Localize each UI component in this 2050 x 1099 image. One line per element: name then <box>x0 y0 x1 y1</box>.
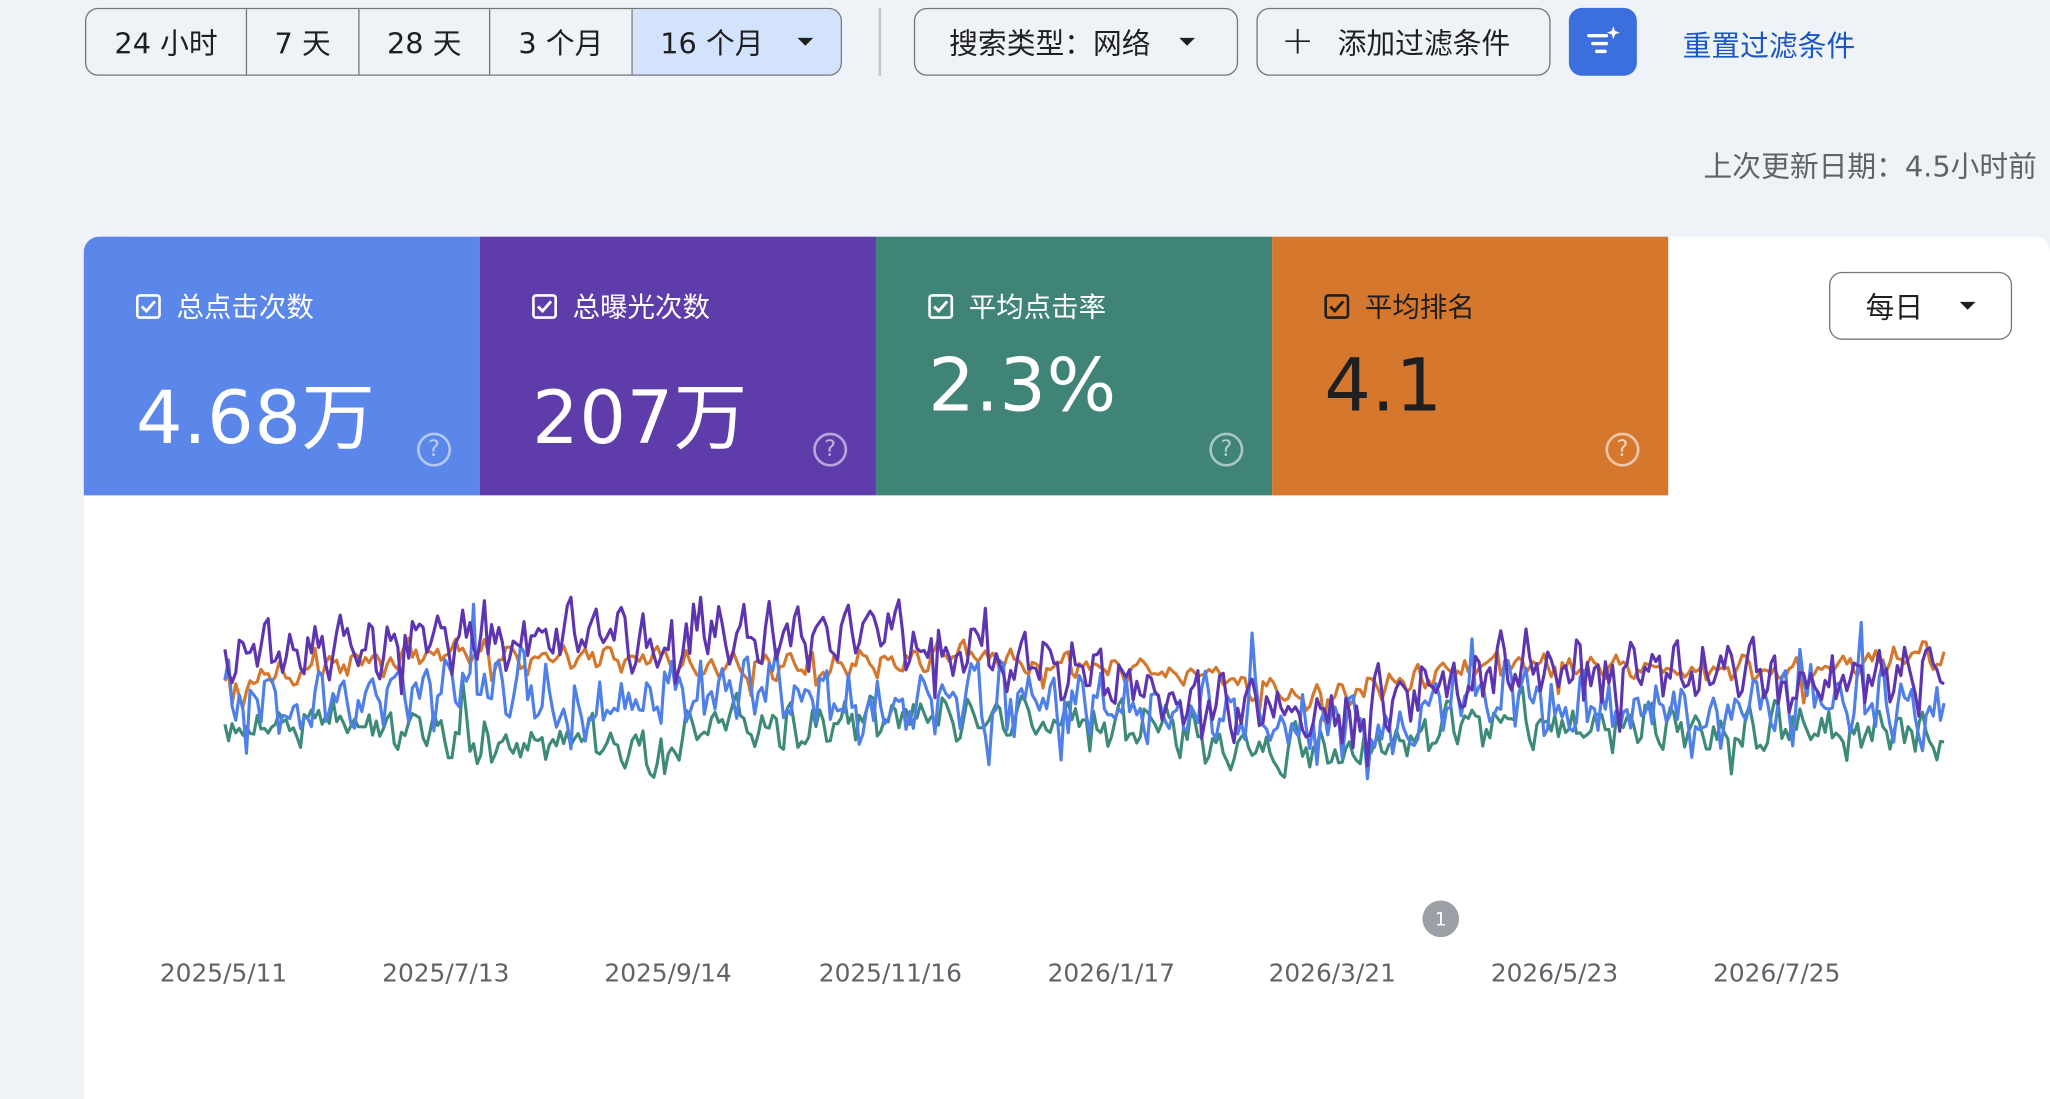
checkbox-icon[interactable] <box>1324 293 1350 319</box>
x-tick-label: 2026/5/23 <box>1491 959 1618 988</box>
annotation-label: 1 <box>1435 909 1447 930</box>
add-filter-label: 添加过滤条件 <box>1337 28 1511 62</box>
range-3-months[interactable]: 3 个月 <box>490 9 633 75</box>
metric-total-clicks[interactable]: 总点击次数 4.68万 ? <box>83 236 480 496</box>
metric-label: 总点击次数 <box>176 291 314 323</box>
metric-total-impressions[interactable]: 总曝光次数 207万 ? <box>479 236 876 496</box>
date-range-segmented-control: 24 小时 7 天 28 天 3 个月 16 个月 <box>84 7 842 76</box>
metric-value: 4.1 <box>1324 343 1443 429</box>
range-24-hours[interactable]: 24 小时 <box>86 9 248 75</box>
x-tick-label: 2025/7/13 <box>382 959 509 988</box>
smart-filter-button[interactable] <box>1568 7 1637 76</box>
help-icon[interactable]: ? <box>417 432 452 467</box>
granularity-dropdown[interactable]: 每日 <box>1829 271 2013 340</box>
metric-label-row: 平均点击率 <box>928 286 1272 325</box>
checkbox-icon[interactable] <box>928 293 954 319</box>
sparkle-filter-icon <box>1587 26 1620 54</box>
help-icon[interactable]: ? <box>813 432 848 467</box>
metric-average-position[interactable]: 平均排名 4.1 ? <box>1272 236 1669 496</box>
x-tick-label: 2026/1/17 <box>1048 959 1175 988</box>
last-updated-text: 上次更新日期：4.5小时前 <box>1703 151 2037 185</box>
toolbar-divider <box>878 7 882 76</box>
metric-label: 平均排名 <box>1364 291 1475 323</box>
x-tick-label: 2025/9/14 <box>604 959 731 988</box>
granularity-label: 每日 <box>1865 292 1924 326</box>
chevron-down-icon <box>797 37 814 46</box>
add-filter-button[interactable]: + 添加过滤条件 <box>1256 7 1551 76</box>
help-icon[interactable]: ? <box>1605 432 1640 467</box>
metric-value: 2.3% <box>928 343 1117 429</box>
plus-icon: + <box>1281 18 1315 65</box>
search-type-label: 搜索类型：网络 <box>949 28 1151 62</box>
metric-label: 平均点击率 <box>968 291 1107 323</box>
metric-label-row: 总曝光次数 <box>532 286 876 325</box>
range-16-months-label: 16 个月 <box>660 28 764 62</box>
checkbox-icon[interactable] <box>532 293 557 319</box>
range-28-days[interactable]: 28 天 <box>360 9 491 75</box>
chevron-down-icon <box>1959 301 1976 310</box>
search-type-dropdown[interactable]: 搜索类型：网络 <box>913 7 1239 76</box>
metric-average-ctr[interactable]: 平均点击率 2.3% ? <box>875 236 1273 496</box>
reset-filters-link[interactable]: 重置过滤条件 <box>1683 24 1856 66</box>
chevron-down-icon <box>1179 37 1195 46</box>
metric-label-row: 总点击次数 <box>135 286 480 325</box>
x-tick-label: 2026/7/25 <box>1713 959 1840 988</box>
help-icon[interactable]: ? <box>1209 432 1244 467</box>
checkbox-icon[interactable] <box>135 293 161 319</box>
x-tick-label: 2025/11/16 <box>819 959 962 988</box>
x-tick-label: 2026/3/21 <box>1269 959 1396 988</box>
metric-label: 总曝光次数 <box>572 291 710 323</box>
performance-card: 总点击次数 4.68万 ? 总曝光次数 207万 ? 平均点击率 2.3% ? … <box>83 236 2050 1099</box>
range-16-months[interactable]: 16 个月 <box>632 9 841 75</box>
metric-label-row: 平均排名 <box>1324 286 1668 325</box>
x-tick-label: 2025/5/11 <box>160 959 287 988</box>
performance-line-chart: 1 2025/5/11 2025/7/13 2025/9/14 2025/11/16 2… <box>160 595 1946 988</box>
chart-x-axis: 2025/5/11 2025/7/13 2025/9/14 2025/11/16 202… <box>160 959 1841 988</box>
range-7-days[interactable]: 7 天 <box>247 9 360 75</box>
chart-series-layer <box>223 595 1946 781</box>
chart-annotation-layer[interactable]: 1 <box>1422 900 1460 938</box>
